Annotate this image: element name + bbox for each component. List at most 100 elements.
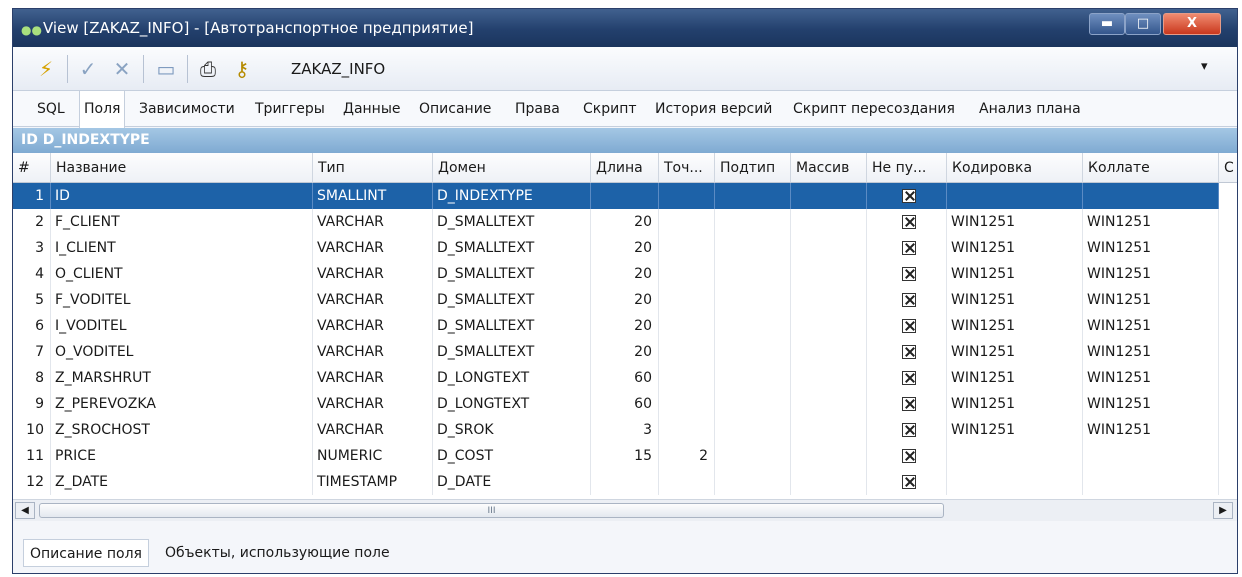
grid-cell[interactable]: WIN1251: [947, 209, 1083, 235]
grid-cell[interactable]: WIN1251: [1083, 209, 1219, 235]
grid-cell[interactable]: [1083, 183, 1219, 209]
grid-cell[interactable]: Z_SROCHOST: [51, 417, 313, 443]
grid-cell[interactable]: 6: [13, 313, 51, 339]
scroll-right-icon[interactable]: ▶: [1213, 502, 1233, 519]
grid-cell[interactable]: [659, 391, 715, 417]
grid-cell[interactable]: D_SMALLTEXT: [433, 209, 591, 235]
grid-cell[interactable]: I_CLIENT: [51, 235, 313, 261]
checked-box-icon[interactable]: [901, 215, 916, 229]
not-null-checkbox[interactable]: [867, 235, 947, 261]
not-null-checkbox[interactable]: [867, 391, 947, 417]
grid-cell[interactable]: D_SMALLTEXT: [433, 235, 591, 261]
checked-box-icon[interactable]: [901, 475, 916, 489]
grid-cell[interactable]: 7: [13, 339, 51, 365]
grid-cell[interactable]: WIN1251: [947, 235, 1083, 261]
grid-cell[interactable]: [715, 443, 791, 469]
grid-cell[interactable]: WIN1251: [1083, 313, 1219, 339]
grid-cell[interactable]: [715, 339, 791, 365]
column-header[interactable]: Подтип: [715, 153, 791, 183]
grid-cell[interactable]: 20: [591, 287, 659, 313]
grid-cell[interactable]: [591, 469, 659, 495]
grid-cell[interactable]: D_SMALLTEXT: [433, 313, 591, 339]
grid-cell[interactable]: VARCHAR: [313, 209, 433, 235]
grid-cell[interactable]: WIN1251: [947, 339, 1083, 365]
grid-cell[interactable]: VARCHAR: [313, 313, 433, 339]
grid-cell[interactable]: 60: [591, 391, 659, 417]
grid-cell[interactable]: [791, 391, 867, 417]
tab-description[interactable]: Описание: [415, 91, 495, 127]
grid-cell[interactable]: [791, 183, 867, 209]
grid-cell[interactable]: [659, 209, 715, 235]
tab-plan-analysis[interactable]: Анализ плана: [975, 91, 1085, 127]
grid-cell[interactable]: 1: [13, 183, 51, 209]
grid-cell[interactable]: 8: [13, 365, 51, 391]
grid-cell[interactable]: 15: [591, 443, 659, 469]
grid-cell[interactable]: [947, 443, 1083, 469]
grid-cell[interactable]: WIN1251: [947, 261, 1083, 287]
column-header[interactable]: Массив: [791, 153, 867, 183]
grid-cell[interactable]: VARCHAR: [313, 261, 433, 287]
grid-cell[interactable]: [659, 183, 715, 209]
grid-cell[interactable]: VARCHAR: [313, 391, 433, 417]
grid-cell[interactable]: [715, 235, 791, 261]
grid-cell[interactable]: 4: [13, 261, 51, 287]
fields-grid[interactable]: # Название Тип Домен Длина Точ... Подтип Массив…: [13, 153, 1237, 499]
grid-cell[interactable]: [791, 261, 867, 287]
grid-cell[interactable]: [791, 235, 867, 261]
scroll-thumb[interactable]: III: [39, 503, 944, 518]
grid-cell[interactable]: [791, 287, 867, 313]
column-header[interactable]: Кодировка: [947, 153, 1083, 183]
grid-cell[interactable]: D_INDEXTYPE: [433, 183, 591, 209]
checked-box-icon[interactable]: [901, 371, 916, 385]
grid-cell[interactable]: SMALLINT: [313, 183, 433, 209]
checked-box-icon[interactable]: [901, 241, 916, 255]
not-null-checkbox[interactable]: [867, 443, 947, 469]
grid-cell[interactable]: [791, 469, 867, 495]
not-null-checkbox[interactable]: [867, 365, 947, 391]
grid-cell[interactable]: 20: [591, 235, 659, 261]
grid-cell[interactable]: WIN1251: [1083, 391, 1219, 417]
grid-cell[interactable]: [659, 365, 715, 391]
checked-box-icon[interactable]: [901, 449, 916, 463]
checked-box-icon[interactable]: [901, 397, 916, 411]
grid-cell[interactable]: WIN1251: [1083, 365, 1219, 391]
check-icon[interactable]: ✓: [75, 56, 101, 82]
grid-cell[interactable]: Z_PEREVOZKA: [51, 391, 313, 417]
grid-cell[interactable]: D_LONGTEXT: [433, 365, 591, 391]
grid-cell[interactable]: Z_DATE: [51, 469, 313, 495]
grid-cell[interactable]: 11: [13, 443, 51, 469]
tab-data[interactable]: Данные: [339, 91, 405, 127]
printer-icon[interactable]: ⎙: [195, 56, 221, 82]
grid-cell[interactable]: [791, 339, 867, 365]
grid-cell[interactable]: D_LONGTEXT: [433, 391, 591, 417]
lightning-icon[interactable]: ⚡: [33, 56, 59, 82]
grid-cell[interactable]: 60: [591, 365, 659, 391]
window-icon[interactable]: ▭: [153, 56, 179, 82]
grid-cell[interactable]: [591, 183, 659, 209]
maximize-button[interactable]: □: [1125, 13, 1161, 35]
grid-cell[interactable]: Z_MARSHRUT: [51, 365, 313, 391]
column-header[interactable]: Коллате: [1083, 153, 1219, 183]
grid-cell[interactable]: VARCHAR: [313, 287, 433, 313]
horizontal-scrollbar[interactable]: ◀ III ▶: [13, 499, 1237, 521]
checked-box-icon[interactable]: [901, 267, 916, 281]
grid-cell[interactable]: D_SMALLTEXT: [433, 339, 591, 365]
grid-cell[interactable]: [715, 391, 791, 417]
grid-cell[interactable]: WIN1251: [1083, 235, 1219, 261]
tab-triggers[interactable]: Триггеры: [251, 91, 329, 127]
grid-cell[interactable]: WIN1251: [947, 365, 1083, 391]
grid-cell[interactable]: 20: [591, 339, 659, 365]
grid-cell[interactable]: 3: [591, 417, 659, 443]
tab-dependencies[interactable]: Зависимости: [135, 91, 239, 127]
tab-fields[interactable]: Поля: [79, 91, 126, 128]
not-null-checkbox[interactable]: [867, 287, 947, 313]
grid-cell[interactable]: F_CLIENT: [51, 209, 313, 235]
grid-cell[interactable]: [715, 313, 791, 339]
column-header[interactable]: С: [1219, 153, 1237, 183]
grid-cell[interactable]: D_SROK: [433, 417, 591, 443]
tab-version-history[interactable]: История версий: [651, 91, 776, 127]
grid-cell[interactable]: [1083, 443, 1219, 469]
grid-cell[interactable]: [659, 313, 715, 339]
grid-cell[interactable]: [791, 443, 867, 469]
cross-icon[interactable]: ✕: [109, 56, 135, 82]
